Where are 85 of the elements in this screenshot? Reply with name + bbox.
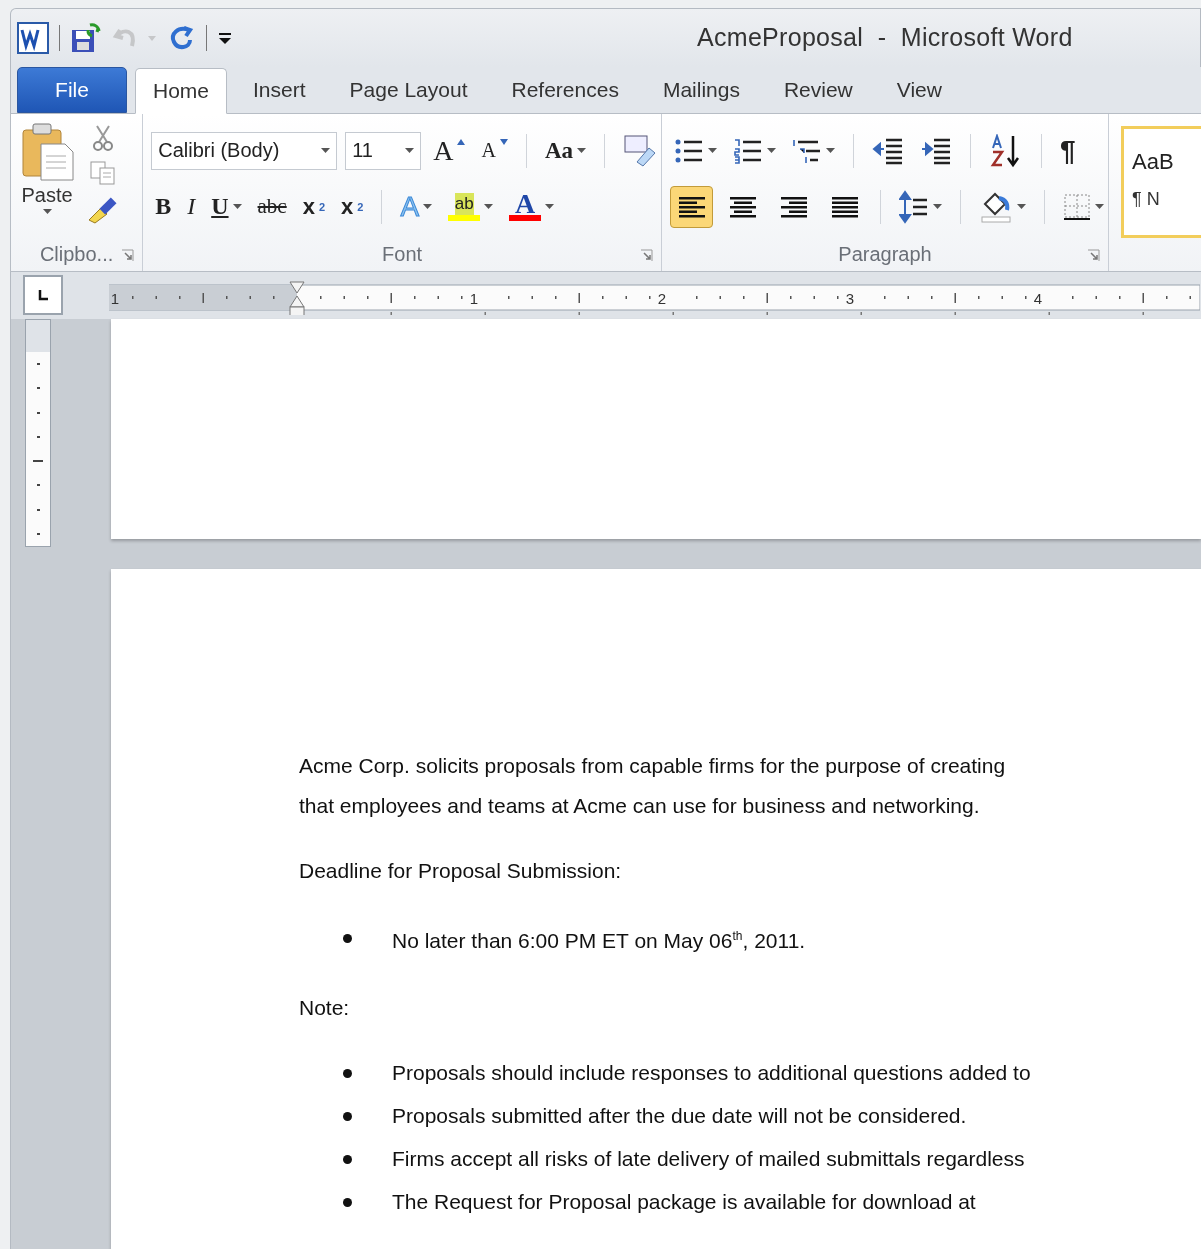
- dialog-launcher-icon[interactable]: [1087, 248, 1100, 262]
- borders-icon[interactable]: [1063, 192, 1091, 221]
- paste-button[interactable]: Paste: [19, 121, 75, 239]
- font-name-dropdown[interactable]: Calibri (Body): [151, 131, 338, 170]
- ribbon-tab[interactable]: References: [493, 66, 637, 113]
- tab-stop-icon: [36, 288, 50, 303]
- eraser-icon[interactable]: [623, 133, 657, 168]
- list-item-text: Proposals should include responses to additional questions added to: [392, 1060, 1031, 1086]
- highlight-color-button[interactable]: ab: [444, 186, 498, 227]
- scissors-icon[interactable]: [91, 123, 115, 152]
- list-item-text: Proposals submitted after the due date will not be considered.: [392, 1103, 967, 1129]
- list-item-text: The Request for Proposal package is available for download at: [392, 1189, 976, 1215]
- body-text: Deadline for Proposal Submission:: [299, 858, 623, 884]
- increase-indent-icon[interactable]: [920, 136, 952, 165]
- caret-icon: [484, 203, 494, 210]
- caret-icon: [42, 208, 52, 215]
- align-right-icon: [779, 194, 808, 219]
- shrink-font-button[interactable]: A: [477, 130, 512, 171]
- clipboard-icon: [19, 121, 75, 182]
- caret-icon: [423, 203, 433, 210]
- caret-icon: [767, 147, 776, 154]
- body-text: that employees and teams at Acme can use for business and networking.: [299, 793, 981, 819]
- list-item-text: Firms accept all risks of late delivery of mailed submittals regardless: [392, 1146, 1025, 1172]
- group-label: Font: [382, 243, 423, 267]
- caret-icon: [708, 147, 717, 154]
- triangle-icon: [457, 138, 466, 145]
- bullet-icon: [343, 1197, 352, 1207]
- ruler-number: 2: [657, 290, 667, 308]
- ribbon-tab[interactable]: Page Layout: [331, 66, 486, 113]
- ribbon-tab[interactable]: Review: [765, 66, 871, 113]
- caret-icon: [545, 203, 555, 210]
- triangle-icon: [499, 138, 508, 145]
- list-item-text: No later than 6:00 PM ET on May 06$^{th}$, 2011.: [392, 928, 806, 954]
- strikethrough-button[interactable]: abc: [253, 186, 291, 227]
- caret-icon: [826, 147, 835, 154]
- superscript-button[interactable]: x$^{2}$: [337, 186, 368, 227]
- word-logo-icon[interactable]: [17, 21, 49, 54]
- align-justify-icon: [830, 194, 859, 219]
- caret-icon: [405, 147, 415, 154]
- bullet-icon: [343, 1111, 352, 1121]
- caret-icon: [1095, 203, 1104, 210]
- body-text: Note:: [299, 995, 351, 1021]
- multilevel-list-icon[interactable]: [792, 137, 822, 164]
- save-icon[interactable]: [70, 21, 102, 54]
- numbering-icon[interactable]: [733, 137, 763, 164]
- ruler-number: 3: [845, 290, 855, 308]
- indent-marker-icon[interactable]: [289, 281, 305, 316]
- bullet-icon: [343, 1068, 352, 1078]
- align-button[interactable]: [670, 185, 713, 228]
- bullet-icon: [343, 934, 352, 943]
- window-title: AcmeProposal - Microsoft Word: [697, 23, 1073, 53]
- ribbon-tab[interactable]: Mailings: [644, 66, 758, 113]
- caret-icon: [232, 203, 242, 210]
- ribbon-tab[interactable]: Insert: [235, 66, 324, 113]
- tab-selector-button[interactable]: [23, 275, 63, 316]
- dialog-launcher-icon[interactable]: [640, 248, 653, 262]
- file-menu-button[interactable]: File: [17, 66, 127, 113]
- align-left-icon: [677, 194, 706, 219]
- ruler-number: 4: [1033, 290, 1043, 308]
- caret-icon: [933, 203, 943, 210]
- caret-icon: [321, 147, 331, 154]
- ruler-number: 1: [469, 290, 479, 308]
- caret-icon: [1017, 203, 1027, 210]
- underline-button[interactable]: U: [207, 186, 246, 227]
- show-formatting-button[interactable]: ¶: [1056, 130, 1080, 171]
- italic-button[interactable]: I: [183, 186, 200, 227]
- bullets-icon[interactable]: [674, 137, 704, 164]
- font-color-button[interactable]: A: [505, 186, 559, 227]
- change-case-button[interactable]: Aa: [540, 130, 590, 171]
- group-label: Clipbo...: [39, 243, 114, 267]
- line-spacing-icon[interactable]: [899, 189, 930, 224]
- ribbon-tab[interactable]: Home: [135, 67, 228, 114]
- dialog-launcher-icon[interactable]: [121, 248, 135, 262]
- group-label: Paragraph: [838, 243, 932, 267]
- ruler-number: 1: [110, 290, 120, 308]
- ribbon-tab[interactable]: View: [878, 66, 960, 113]
- body-text: Acme Corp. solicits proposals from capable firms for the purpose of creating: [299, 753, 1007, 779]
- grow-font-button[interactable]: A: [429, 130, 470, 171]
- decrease-indent-icon[interactable]: [872, 136, 904, 165]
- font-size-dropdown[interactable]: 11: [345, 131, 422, 170]
- style-gallery-item[interactable]: AaB ¶ N: [1121, 125, 1201, 238]
- align-center-icon: [728, 194, 757, 219]
- bold-button[interactable]: B: [151, 186, 176, 227]
- bullet-icon: [343, 1154, 352, 1164]
- caret-icon: [577, 147, 586, 154]
